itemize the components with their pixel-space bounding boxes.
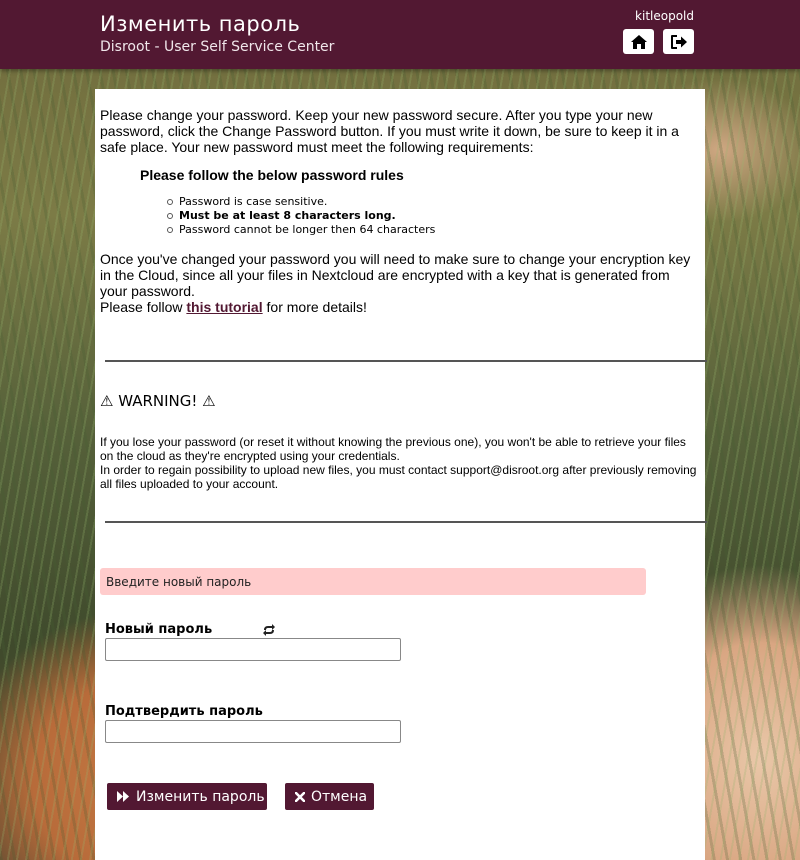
rules-list: Password is case sensitive. Must be at l… bbox=[165, 195, 435, 237]
refresh-icon[interactable] bbox=[262, 624, 276, 636]
follow-suffix: for more details! bbox=[262, 299, 367, 315]
confirm-password-input[interactable] bbox=[105, 720, 401, 743]
confirm-password-label: Подтвердить пароль bbox=[105, 704, 263, 719]
tutorial-link[interactable]: this tutorial bbox=[186, 299, 262, 315]
follow-prefix: Please follow bbox=[100, 299, 187, 315]
change-password-label: Изменить пароль bbox=[136, 788, 265, 805]
home-button[interactable] bbox=[623, 29, 654, 54]
rules-title: Please follow the below password rules bbox=[140, 167, 404, 183]
divider bbox=[105, 521, 707, 523]
header-bar: Изменить пароль Disroot - User Self Serv… bbox=[0, 0, 800, 69]
sign-out-icon bbox=[670, 34, 687, 49]
page-title: Изменить пароль bbox=[100, 12, 301, 36]
warning-text: If you lose your password (or reset it w… bbox=[100, 435, 702, 491]
divider bbox=[105, 360, 707, 362]
cloud-note: Once you've changed your password you wi… bbox=[100, 251, 700, 315]
rule-item: Password cannot be longer then 64 charac… bbox=[165, 223, 435, 237]
home-icon bbox=[630, 34, 647, 49]
new-password-input[interactable] bbox=[105, 638, 401, 661]
forward-icon bbox=[117, 791, 130, 802]
change-password-button[interactable]: Изменить пароль bbox=[107, 783, 267, 810]
close-icon bbox=[295, 791, 305, 802]
app-subtitle: Disroot - User Self Service Center bbox=[100, 39, 335, 55]
logout-button[interactable] bbox=[663, 29, 694, 54]
warning-line-2: In order to regain possibility to upload… bbox=[100, 463, 697, 491]
warning-line-1: If you lose your password (or reset it w… bbox=[100, 435, 686, 463]
content-panel: Please change your password. Keep your n… bbox=[95, 89, 707, 860]
cloud-note-text: Once you've changed your password you wi… bbox=[100, 251, 691, 299]
cancel-button[interactable]: Отмена bbox=[285, 783, 374, 810]
new-password-label: Новый пароль bbox=[105, 622, 213, 637]
cancel-label: Отмена bbox=[311, 788, 368, 805]
intro-text: Please change your password. Keep your n… bbox=[100, 107, 679, 155]
alert-message: Введите новый пароль bbox=[100, 568, 646, 595]
rule-item: Must be at least 8 characters long. bbox=[165, 209, 435, 223]
warning-title: ⚠ WARNING! ⚠ bbox=[100, 392, 216, 410]
rule-item: Password is case sensitive. bbox=[165, 195, 435, 209]
username-label: kitleopold bbox=[635, 9, 694, 23]
